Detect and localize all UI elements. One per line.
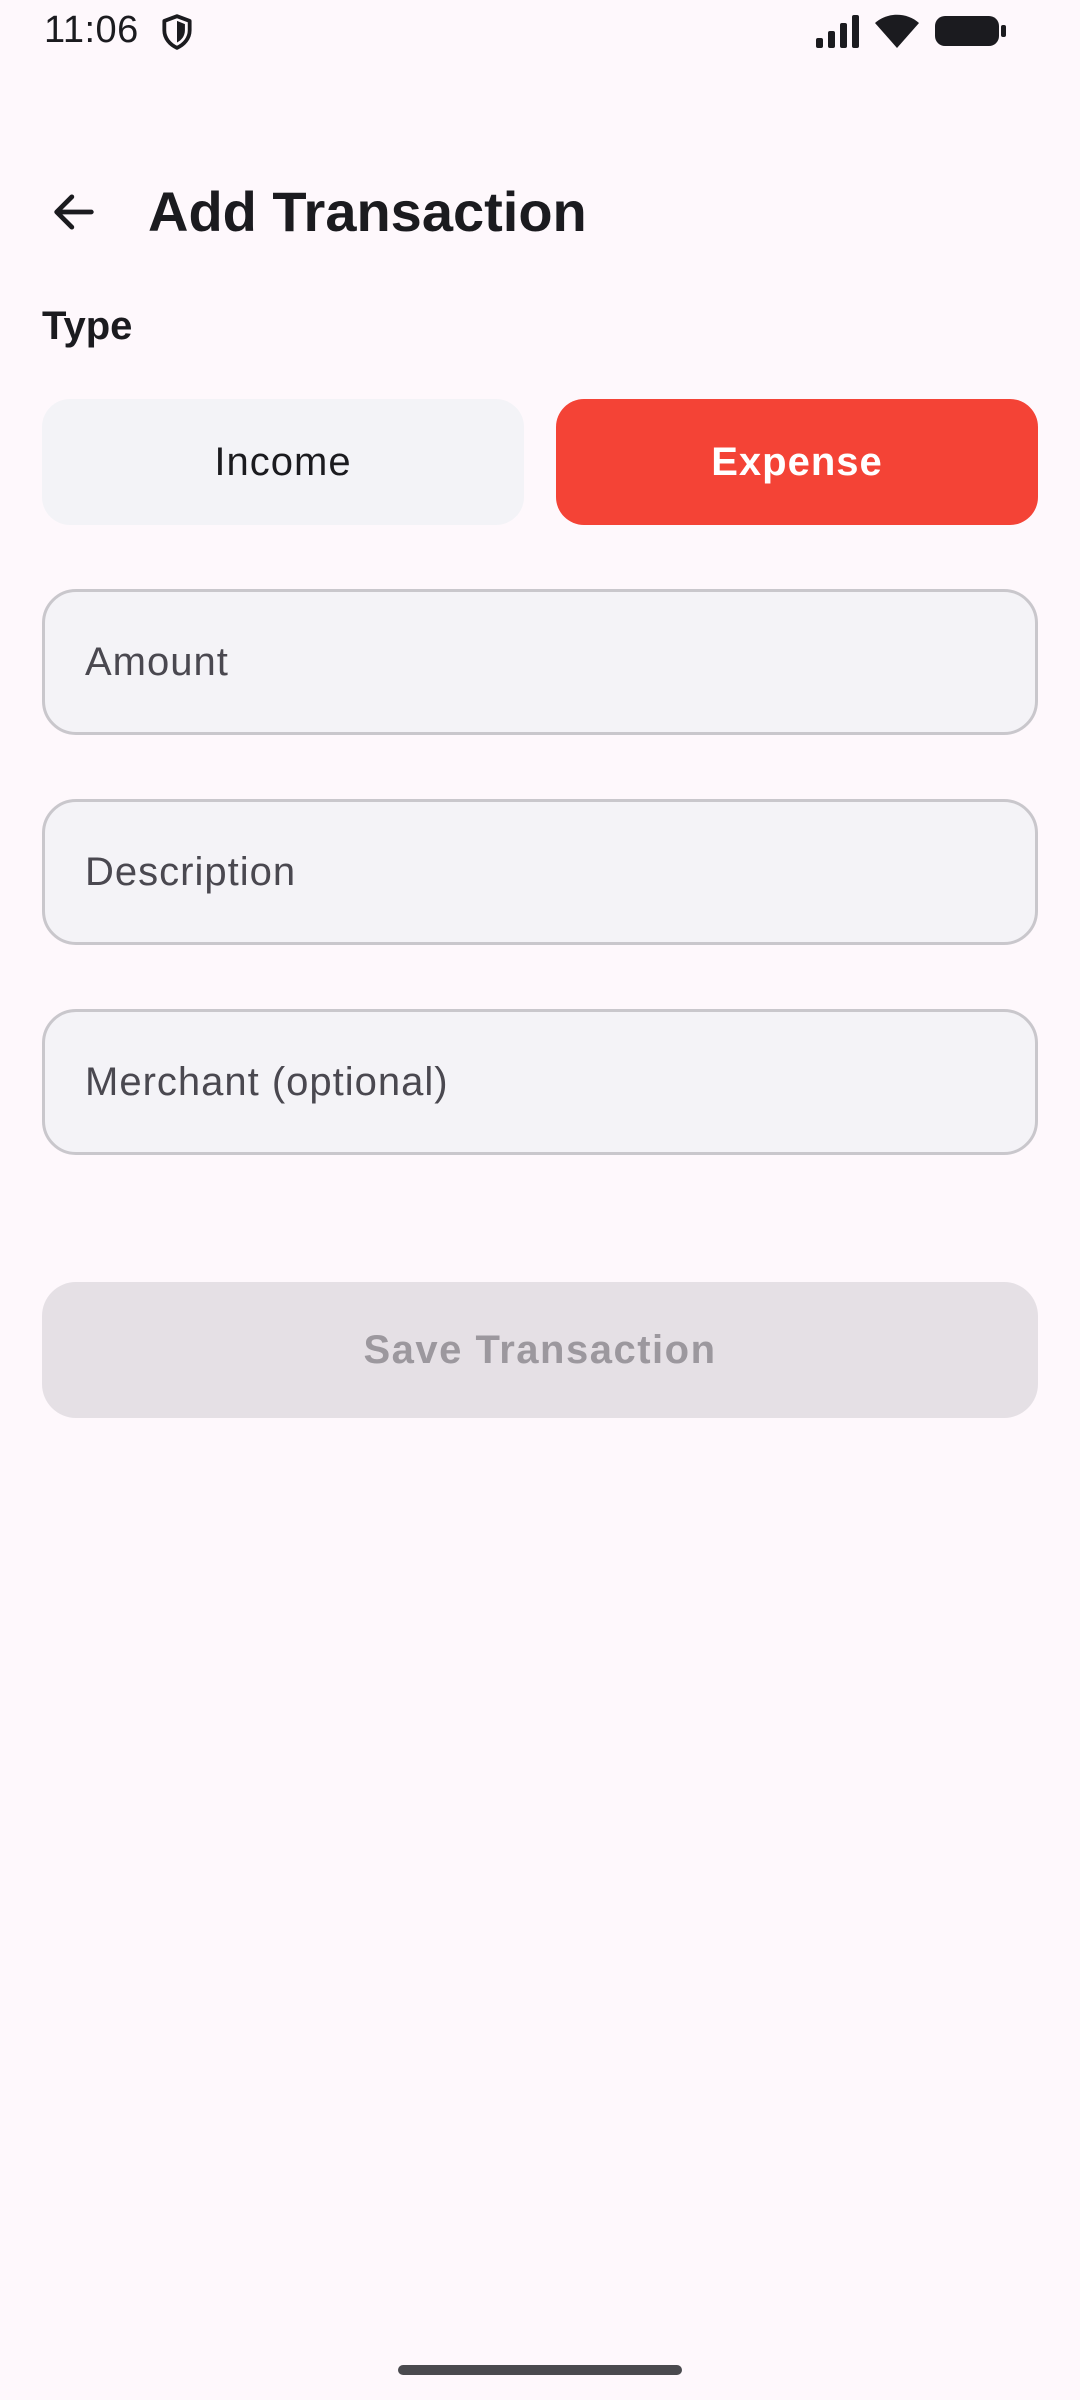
description-field bbox=[42, 799, 1038, 945]
amount-field bbox=[42, 589, 1038, 735]
amount-input[interactable] bbox=[45, 592, 1035, 732]
type-expense-button[interactable]: Expense bbox=[556, 399, 1038, 525]
type-label: Type bbox=[42, 304, 133, 348]
description-input[interactable] bbox=[45, 802, 1035, 942]
top-app-bar: Add Transaction bbox=[0, 160, 1080, 260]
arrow-left-icon bbox=[54, 194, 94, 230]
type-income-button[interactable]: Income bbox=[42, 399, 524, 525]
battery-icon bbox=[935, 16, 1006, 46]
save-transaction-button[interactable]: Save Transaction bbox=[42, 1282, 1038, 1418]
shield-icon bbox=[162, 14, 192, 50]
merchant-input[interactable] bbox=[45, 1012, 1035, 1152]
type-toggle: Income Expense bbox=[42, 399, 1038, 525]
status-bar: 11:06 bbox=[0, 0, 1080, 64]
signal-icon bbox=[816, 15, 859, 48]
home-indicator[interactable] bbox=[398, 2365, 682, 2375]
back-button[interactable] bbox=[32, 170, 116, 254]
page-title: Add Transaction bbox=[148, 180, 587, 243]
wifi-icon bbox=[875, 14, 919, 48]
status-time: 11:06 bbox=[44, 9, 139, 51]
merchant-field bbox=[42, 1009, 1038, 1155]
